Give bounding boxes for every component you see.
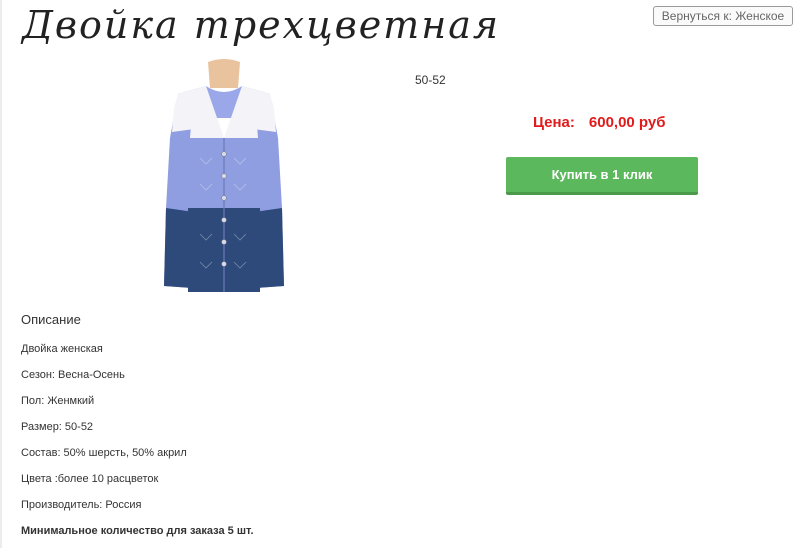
buy-one-click-button[interactable]: Купить в 1 клик [506,157,698,195]
back-to-category-button[interactable]: Вернуться к: Женское [653,6,793,26]
description-line: Производитель: Россия [21,499,142,511]
price-row: Цена: 600,00 руб [533,114,666,131]
description-line: Двойка женская [21,343,103,355]
price-label: Цена: [533,114,575,131]
product-description: Описание Двойка женская Сезон: Весна-Осе… [21,312,254,544]
description-line: Пол: Женмкий [21,395,95,407]
product-size: 50-52 [415,73,446,87]
description-line: Сезон: Весна-Осень [21,369,125,381]
mannequin-neck [208,59,240,88]
price-value: 600,00 руб [588,114,666,131]
description-line: Цвета :более 10 расцветок [21,473,159,485]
description-line: Состав: 50% шерсть, 50% акрил [21,447,187,459]
description-heading: Описание [21,312,81,327]
description-line: Размер: 50-52 [21,421,94,433]
min-order-note: Минимальное количество для заказа 5 шт. [21,525,254,537]
page-title: Двойка трехцветная [22,3,501,47]
product-image[interactable] [150,58,298,310]
page-left-border [0,0,2,548]
